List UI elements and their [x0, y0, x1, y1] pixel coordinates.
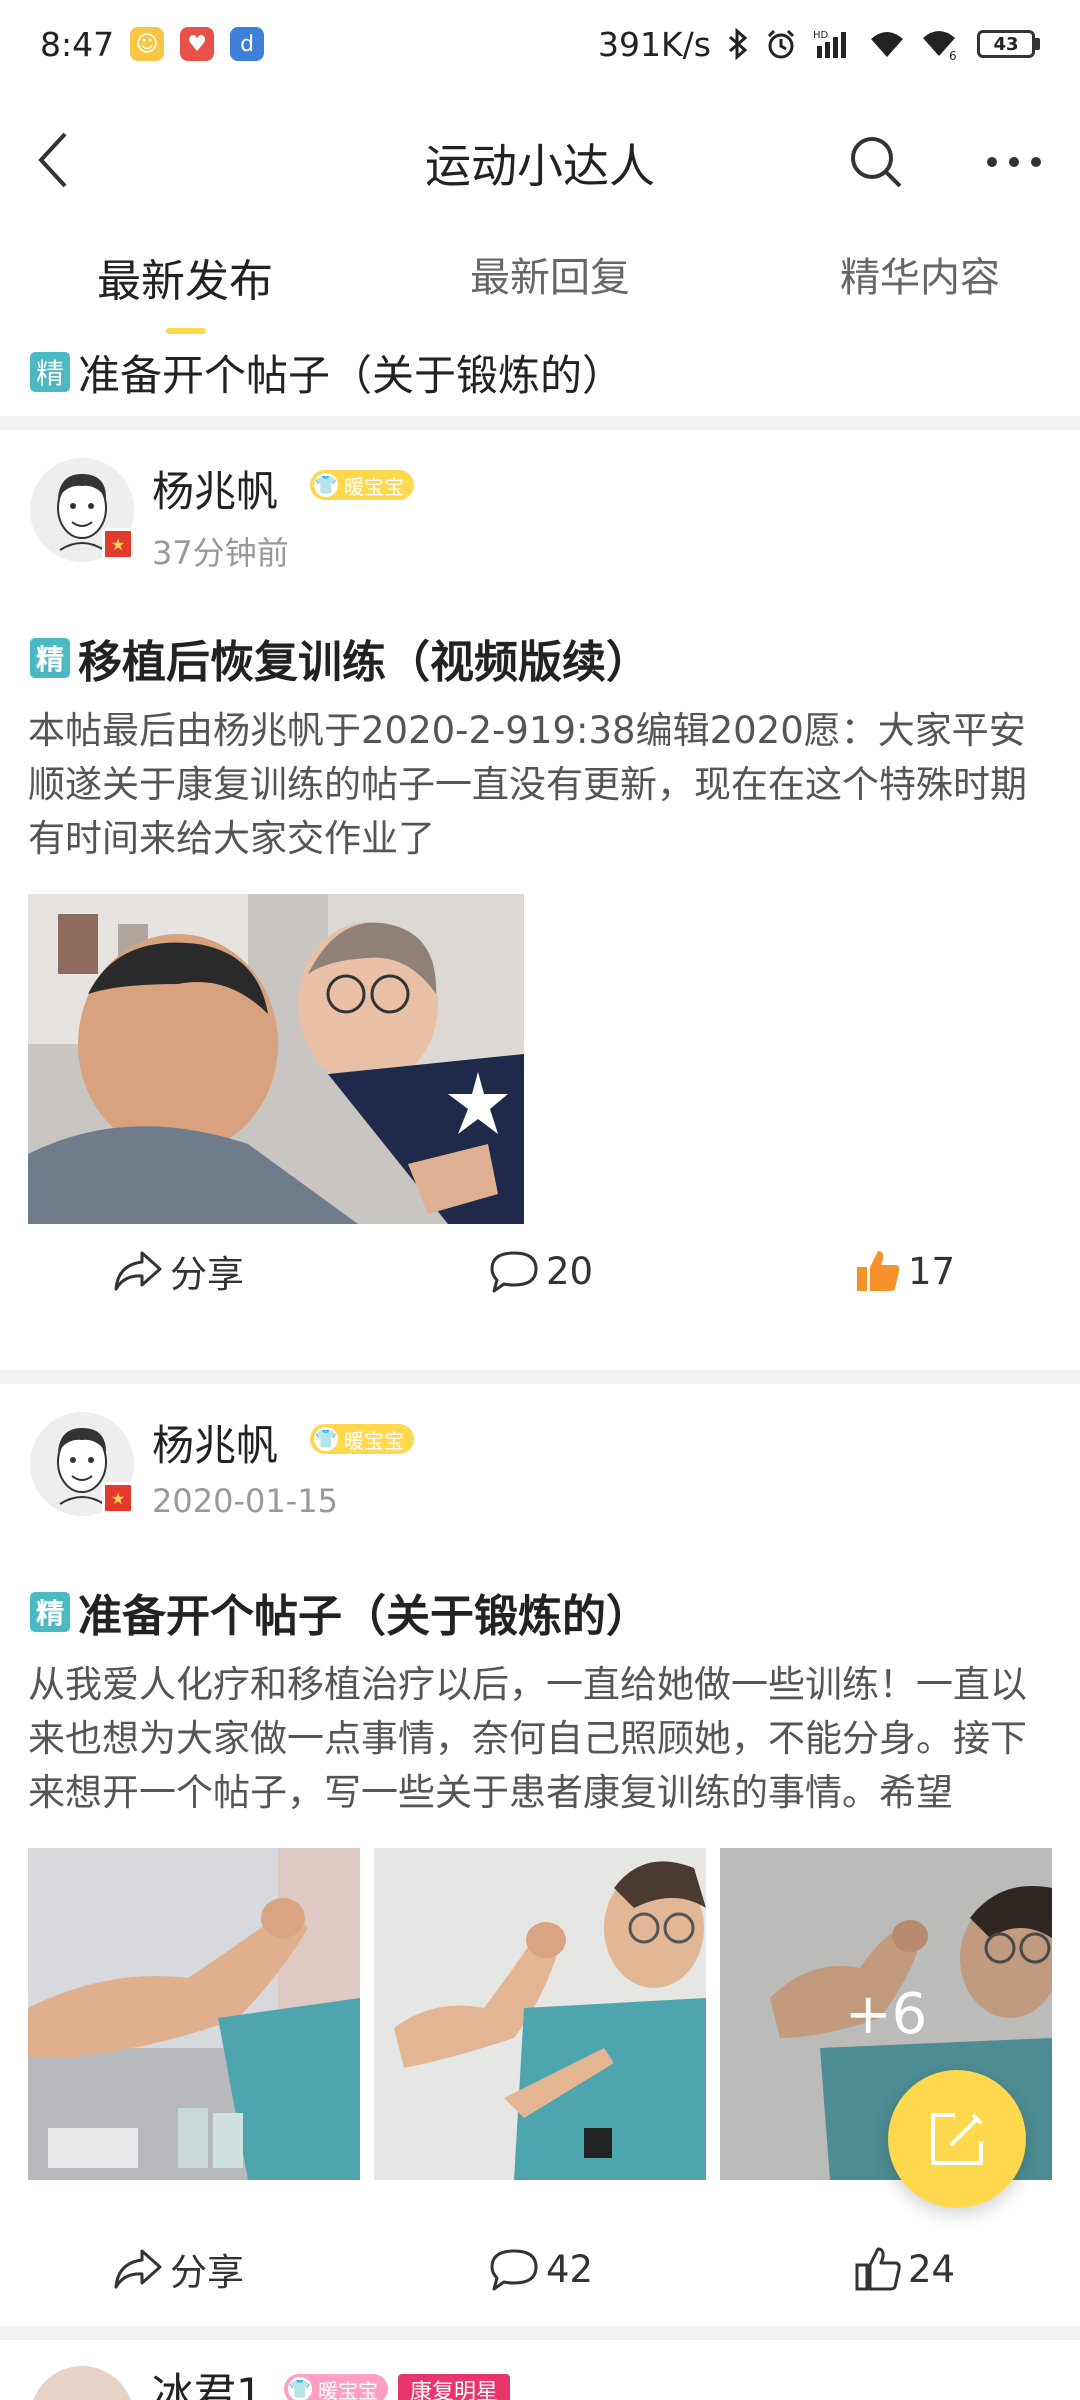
back-button[interactable]: [18, 122, 88, 198]
pinned-post[interactable]: 精 准备开个帖子（关于锻炼的）: [0, 330, 1080, 414]
post-photo[interactable]: [374, 1848, 706, 2180]
like-count: 17: [908, 1249, 956, 1293]
search-icon: [851, 137, 902, 188]
post-time: 2020-01-15: [152, 1482, 338, 1520]
bluetooth-icon: [727, 28, 749, 60]
battery-level: 43: [993, 33, 1019, 55]
section-divider: [0, 1370, 1080, 1384]
user-badge: 👕 暖宝宝: [310, 470, 414, 500]
shirt-icon: 👕: [312, 471, 340, 499]
wifi-6-icon: 6: [921, 28, 961, 60]
user-badge: 👕 暖宝宝: [284, 2374, 388, 2400]
more-dots-icon: [987, 157, 1041, 167]
post-title-text: 准备开个帖子（关于锻炼的）: [78, 1591, 650, 1642]
status-bar: 8:47 ☺ ♥ d 391K/s HD 6 43: [0, 0, 1080, 88]
avatar[interactable]: [30, 2366, 134, 2400]
wifi-icon: [869, 29, 905, 59]
network-speed: 391K/s: [598, 24, 711, 64]
post-photo[interactable]: [28, 1848, 360, 2180]
post-title-text: 移植后恢复训练（视频版续）: [78, 637, 650, 688]
post-title[interactable]: 精 移植后恢复训练（视频版续）: [30, 626, 650, 690]
battery-icon: 43: [977, 30, 1040, 58]
author-name[interactable]: 冰君1: [152, 2360, 263, 2400]
more-button[interactable]: [978, 126, 1050, 198]
svg-text:HD: HD: [813, 30, 829, 41]
search-button[interactable]: [840, 126, 912, 198]
thumbs-up-icon: [855, 2247, 901, 2291]
title-bar: 运动小达人: [0, 100, 1080, 220]
share-icon: [114, 2249, 162, 2289]
status-right: 391K/s HD 6 43: [598, 25, 1040, 64]
comment-icon: [490, 2249, 538, 2291]
hd-signal-icon: HD: [813, 28, 853, 60]
page-title: 运动小达人: [425, 139, 655, 193]
post-actions: 分享 20 17: [0, 1226, 1080, 1316]
like-count: 24: [908, 2247, 956, 2291]
status-time: 8:47: [40, 24, 115, 64]
svg-text:6: 6: [949, 49, 957, 60]
compose-post-button[interactable]: [888, 2070, 1026, 2208]
flag-badge-icon: ★: [102, 1482, 134, 1514]
post-card[interactable]: ★ 杨兆帆 👕 暖宝宝 37分钟前 精 移植后恢复训练（视频版续） 本帖最后由杨…: [0, 430, 1080, 1370]
share-label: 分享: [170, 1253, 244, 1296]
like-button[interactable]: 24: [854, 2224, 955, 2314]
comment-icon: [490, 1251, 538, 1293]
photo-arm-flex-2: [374, 1848, 706, 2180]
share-button[interactable]: 分享: [112, 2224, 244, 2314]
tab-latest-posts[interactable]: 最新发布: [60, 245, 310, 325]
status-left: 8:47 ☺ ♥ d: [40, 24, 265, 64]
share-icon: [114, 1251, 162, 1291]
section-divider: [0, 416, 1080, 430]
thumbs-up-icon-liked: [857, 1251, 900, 1291]
featured-tag: 精: [30, 352, 70, 392]
edit-icon: [931, 2113, 983, 2165]
comment-button[interactable]: 42: [488, 2224, 593, 2314]
rehab-star-badge: 康复明星: [398, 2374, 511, 2400]
post-body: 本帖最后由杨兆帆于2020-2-919:38编辑2020愿：大家平安顺遂关于康复…: [28, 709, 1027, 860]
health-app-icon: ♥: [180, 27, 215, 61]
avatar[interactable]: ★: [30, 1412, 134, 1516]
alarm-icon: [765, 28, 797, 60]
featured-tag: 精: [30, 638, 70, 678]
post-time: 37分钟前: [152, 534, 289, 572]
comment-button[interactable]: 20: [488, 1226, 593, 1316]
share-button[interactable]: 分享: [112, 1226, 244, 1316]
post-actions: 分享 42 24: [0, 2224, 1080, 2314]
author-name[interactable]: 杨兆帆: [152, 458, 278, 519]
photo-couple-selfie: [28, 894, 524, 1224]
tab-featured[interactable]: 精华内容: [790, 245, 1050, 325]
pinned-post-title: 准备开个帖子（关于锻炼的）: [78, 350, 625, 400]
photo-arm-flex-1: [28, 1848, 360, 2180]
avatar[interactable]: ★: [30, 458, 134, 562]
share-label: 分享: [170, 2251, 244, 2294]
user-badge: 👕 暖宝宝: [310, 1424, 414, 1454]
like-button[interactable]: 17: [854, 1226, 955, 1316]
featured-tag: 精: [30, 1592, 70, 1632]
post-body: 从我爱人化疗和移植治疗以后，一直给她做一些训练！一直以来也想为大家做一点事情，奈…: [28, 1663, 1027, 1814]
user-badge-label: 暖宝宝: [318, 2378, 378, 2400]
user-badge-label: 暖宝宝: [344, 474, 404, 499]
user-badge-label: 暖宝宝: [344, 1428, 404, 1453]
shirt-icon: 👕: [286, 2375, 314, 2400]
flag-badge-icon: ★: [102, 528, 134, 560]
shirt-icon: 👕: [312, 1425, 340, 1453]
tab-bar: 最新发布 最新回复 精华内容: [0, 245, 1080, 325]
app-notification-icon: ☺: [130, 27, 165, 61]
author-name[interactable]: 杨兆帆: [152, 1412, 278, 1473]
post-photo[interactable]: [28, 894, 524, 1224]
tab-latest-replies[interactable]: 最新回复: [420, 245, 680, 325]
post-title[interactable]: 精 准备开个帖子（关于锻炼的）: [30, 1580, 650, 1644]
back-arrow-icon: [38, 132, 67, 188]
comment-count: 42: [546, 2247, 594, 2291]
baidu-app-icon: d: [230, 27, 265, 61]
post-card[interactable]: 冰君1 👕 暖宝宝 康复明星: [0, 2338, 1080, 2400]
comment-count: 20: [546, 1249, 594, 1293]
